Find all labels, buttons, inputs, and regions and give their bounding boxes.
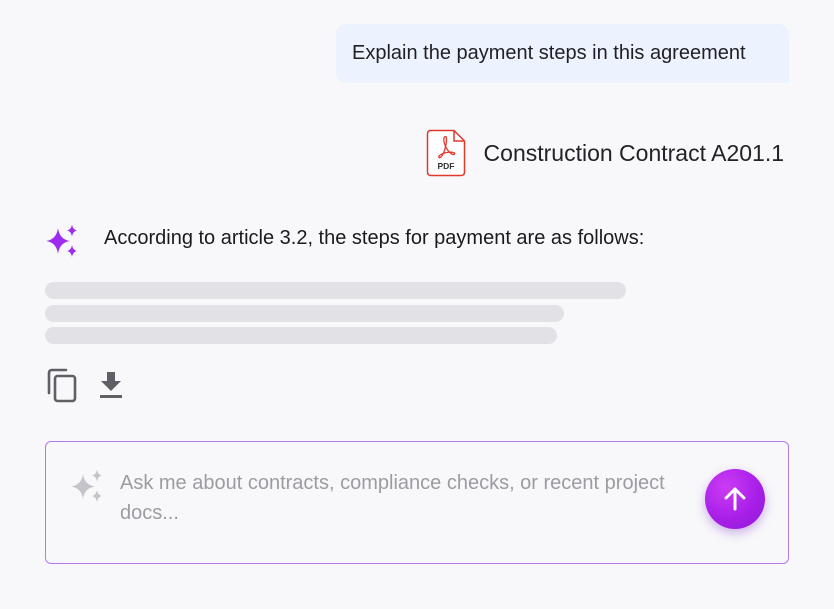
arrow-up-icon [724,487,746,511]
prompt-input[interactable] [120,468,670,532]
attachment-name: Construction Contract A201.1 [483,139,784,166]
user-message-bubble: Explain the payment steps in this agreem… [336,24,789,83]
attachment-chip[interactable]: PDF Construction Contract A201.1 [426,129,784,177]
pdf-label: PDF [437,161,454,171]
copy-icon[interactable] [46,368,78,403]
send-button[interactable] [705,469,765,529]
assistant-response-text: According to article 3.2, the steps for … [104,227,645,249]
chat-input-box[interactable] [45,441,789,564]
skeleton-line [45,305,564,322]
user-message-text: Explain the payment steps in this agreem… [352,42,746,64]
sparkle-icon [46,224,77,257]
skeleton-line [45,327,557,344]
skeleton-line [45,282,626,299]
download-icon[interactable] [98,371,124,399]
pdf-file-icon: PDF [426,129,465,177]
sparkle-icon [71,469,102,502]
